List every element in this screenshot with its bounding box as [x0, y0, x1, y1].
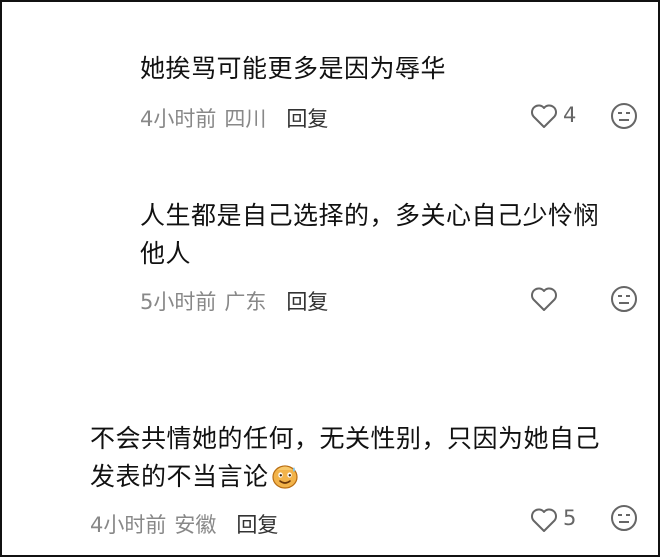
heart-outline-icon[interactable]	[530, 507, 558, 533]
sweat-smile-emoji	[271, 465, 298, 489]
comment-time: 5小时前	[140, 290, 217, 314]
heart-outline-icon[interactable]	[530, 103, 558, 129]
comment-text-line-1: 人生都是自己选择的，多关心自己少怜悯	[140, 201, 600, 230]
comment-meta: 4小时前 安徽 回复	[90, 509, 278, 539]
comment-text-line-2-text: 发表的不当言论	[90, 462, 269, 491]
comment-time: 4小时前	[90, 513, 167, 537]
comment-text: 人生都是自己选择的，多关心自己少怜悯 他人	[140, 197, 599, 273]
comment-text-line-2: 发表的不当言论	[90, 458, 600, 496]
comment-location: 广东	[224, 290, 267, 314]
comment-time: 4小时前	[140, 107, 217, 131]
comment-text: 她挨骂可能更多是因为辱华	[140, 50, 446, 88]
comment-text-line-2: 他人	[140, 239, 192, 268]
like-count: 5	[563, 506, 577, 530]
meh-face-icon[interactable]	[610, 285, 638, 313]
comment-location: 四川	[224, 107, 267, 131]
comment-meta: 5小时前 广东 回复	[140, 286, 328, 316]
meh-face-icon[interactable]	[610, 102, 638, 130]
meh-face-icon[interactable]	[610, 504, 638, 532]
reply-button[interactable]: 回复	[236, 513, 278, 537]
reply-button[interactable]: 回复	[286, 290, 328, 314]
like-count: 4	[563, 103, 577, 127]
heart-outline-icon[interactable]	[530, 286, 558, 312]
comment-location: 安徽	[174, 513, 217, 537]
comment-text: 不会共情她的任何，无关性别，只因为她自己 发表的不当言论	[90, 420, 600, 496]
comment-text-line-1: 不会共情她的任何，无关性别，只因为她自己	[90, 424, 601, 453]
comment-meta: 4小时前 四川 回复	[140, 103, 328, 133]
reply-button[interactable]: 回复	[286, 107, 328, 131]
comment-text-line-1: 她挨骂可能更多是因为辱华	[140, 54, 447, 83]
